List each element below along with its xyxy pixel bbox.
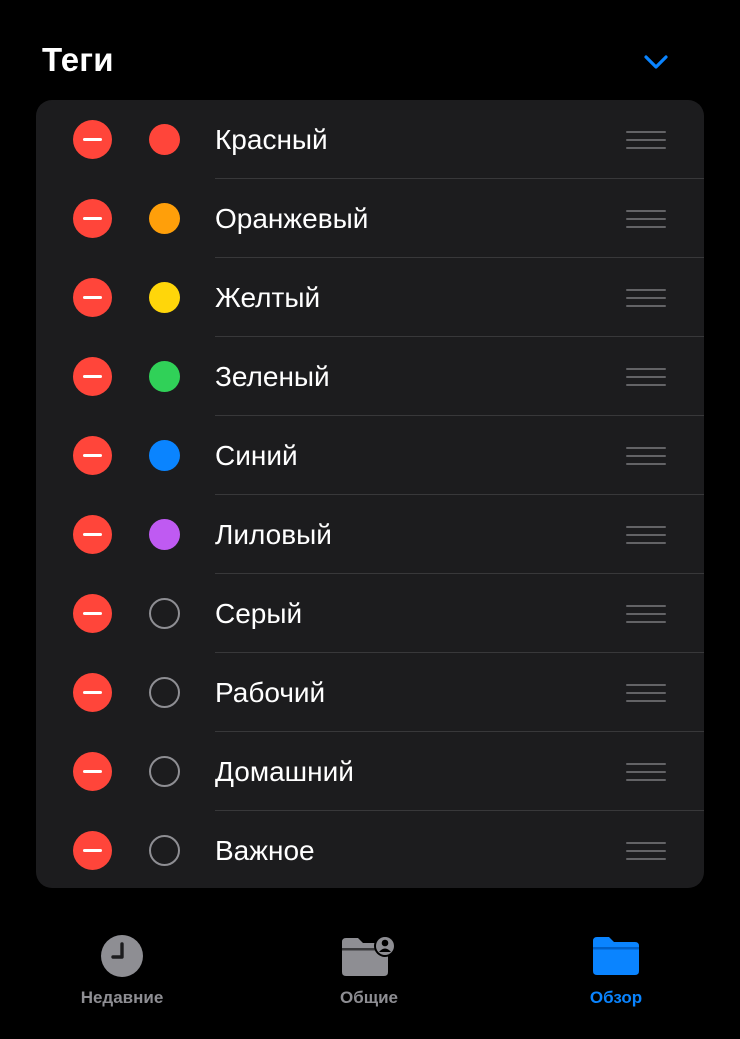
tab-recents[interactable]: Недавние [42, 920, 202, 1020]
drag-handle-icon[interactable] [626, 762, 666, 782]
tag-label[interactable]: Рабочий [215, 675, 325, 711]
minus-circle-icon[interactable] [73, 199, 112, 238]
tag-label[interactable]: Серый [215, 596, 302, 632]
tab-browse[interactable]: Обзор [536, 920, 696, 1020]
tag-color-dot [149, 361, 180, 392]
tag-color-dot [149, 440, 180, 471]
chevron-down-icon[interactable] [643, 52, 669, 72]
drag-handle-icon[interactable] [626, 209, 666, 229]
tag-color-dot [149, 282, 180, 313]
drag-handle-icon[interactable] [626, 841, 666, 861]
tag-color-dot [149, 835, 180, 866]
section-title: Теги [42, 41, 114, 78]
tag-label[interactable]: Желтый [215, 280, 320, 316]
tab-browse-label: Обзор [589, 988, 643, 1007]
clock-icon [101, 935, 143, 977]
tag-row[interactable]: Рабочий [36, 653, 704, 732]
minus-circle-icon[interactable] [73, 357, 112, 396]
tag-label[interactable]: Красный [215, 122, 328, 158]
tab-shared[interactable]: Общие [289, 920, 449, 1020]
folder-icon [593, 937, 639, 975]
tag-color-dot [149, 756, 180, 787]
tag-color-dot [149, 677, 180, 708]
minus-circle-icon[interactable] [73, 515, 112, 554]
tab-recents-label: Недавние [80, 988, 164, 1007]
drag-handle-icon[interactable] [626, 525, 666, 545]
minus-circle-icon[interactable] [73, 278, 112, 317]
tag-row[interactable]: Домашний [36, 732, 704, 811]
minus-circle-icon[interactable] [73, 120, 112, 159]
drag-handle-icon[interactable] [626, 288, 666, 308]
drag-handle-icon[interactable] [626, 604, 666, 624]
tags-list: Красный Оранжевый Желтый Зеленый Синий Лиловы… [36, 100, 704, 888]
tag-label[interactable]: Лиловый [215, 517, 332, 553]
shared-folder-icon [342, 935, 396, 976]
tag-row[interactable]: Важное [36, 811, 704, 888]
navigation-header: Теги [0, 0, 740, 100]
tag-row[interactable]: Зеленый [36, 337, 704, 416]
tag-color-dot [149, 124, 180, 155]
drag-handle-icon[interactable] [626, 683, 666, 703]
minus-circle-icon[interactable] [73, 673, 112, 712]
tag-color-dot [149, 598, 180, 629]
tag-color-dot [149, 203, 180, 234]
minus-circle-icon[interactable] [73, 752, 112, 791]
tag-label[interactable]: Синий [215, 438, 298, 474]
tag-color-dot [149, 519, 180, 550]
tag-label[interactable]: Домашний [215, 754, 354, 790]
tag-row[interactable]: Синий [36, 416, 704, 495]
minus-circle-icon[interactable] [73, 594, 112, 633]
tag-label[interactable]: Зеленый [215, 359, 330, 395]
drag-handle-icon[interactable] [626, 446, 666, 466]
tab-bar: Недавние Общие Обзор [0, 920, 740, 1039]
tag-row[interactable]: Серый [36, 574, 704, 653]
minus-circle-icon[interactable] [73, 831, 112, 870]
tag-label[interactable]: Важное [215, 833, 315, 869]
minus-circle-icon[interactable] [73, 436, 112, 475]
drag-handle-icon[interactable] [626, 367, 666, 387]
tab-shared-label: Общие [340, 988, 398, 1007]
tag-row[interactable]: Оранжевый [36, 179, 704, 258]
tag-row[interactable]: Лиловый [36, 495, 704, 574]
tag-row[interactable]: Желтый [36, 258, 704, 337]
drag-handle-icon[interactable] [626, 130, 666, 150]
tag-row[interactable]: Красный [36, 100, 704, 179]
tag-label[interactable]: Оранжевый [215, 201, 368, 237]
